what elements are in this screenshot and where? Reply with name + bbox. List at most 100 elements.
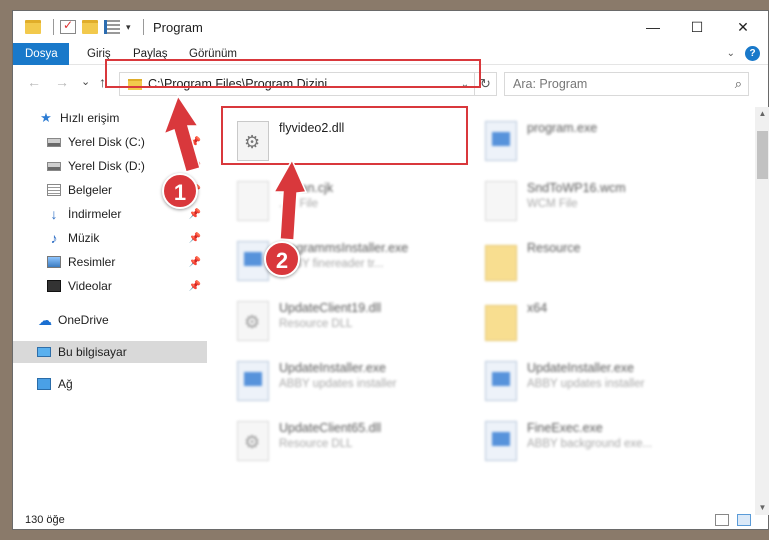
sidebar-item-videos[interactable]: Videolar 📌	[13, 275, 207, 297]
file-description: WCM File	[527, 198, 578, 210]
sidebar-item-music[interactable]: ♪ Müzik 📌	[13, 227, 207, 249]
pin-icon: 📌	[188, 232, 201, 244]
toolbar-separator	[142, 19, 144, 35]
folder-icon	[25, 20, 41, 34]
window-title: Program	[153, 20, 203, 35]
scroll-up-icon[interactable]: ▲	[755, 107, 769, 121]
drive-icon	[47, 161, 61, 171]
file-name: UpdateClient65.dll	[279, 421, 382, 435]
scroll-thumb[interactable]	[757, 131, 768, 179]
back-button[interactable]: ←	[27, 74, 41, 90]
search-input[interactable]: Ara: Program ⌕	[504, 72, 749, 96]
expand-ribbon-icon[interactable]: ⌄	[727, 48, 735, 59]
exe-icon	[485, 421, 517, 461]
documents-icon	[47, 184, 61, 196]
pin-icon: 📌	[188, 136, 201, 148]
sidebar-item-label: OneDrive	[58, 313, 109, 327]
status-bar: 130 öğe	[13, 511, 768, 531]
file-item[interactable]: UpdateClient19.dll Resource DLL	[231, 293, 471, 347]
exe-icon	[485, 121, 517, 161]
file-name: program.exe	[527, 121, 598, 135]
file-item[interactable]: FineExec.exe ABBY background exe...	[479, 413, 719, 467]
sidebar-item-label: Videolar	[68, 279, 112, 293]
details-view-icon[interactable]	[715, 514, 729, 526]
recent-locations-button[interactable]: ⌄	[81, 75, 90, 88]
file-icon	[237, 181, 269, 221]
sidebar-item-label: Hızlı erişim	[60, 111, 120, 125]
forward-button[interactable]: →	[55, 74, 69, 90]
file-description: ABBY background exe...	[527, 438, 653, 450]
sidebar-item-quick-access[interactable]: ★ Hızlı erişim	[13, 107, 207, 129]
sidebar-item-label: Yerel Disk (C:)	[68, 135, 145, 149]
file-name: UpdateInstaller.exe	[279, 361, 387, 375]
file-name: FineExec.exe	[527, 421, 603, 435]
help-icon[interactable]: ?	[745, 46, 760, 61]
file-name: ...rean.cjk	[279, 181, 334, 195]
folder-icon	[485, 305, 517, 341]
dll-gear-icon	[237, 301, 269, 341]
drive-icon	[47, 137, 61, 147]
callout-badge-1: 1	[162, 173, 198, 209]
pictures-icon	[47, 256, 61, 268]
file-item[interactable]: ...rean.cjk ...K File	[231, 173, 471, 227]
file-item[interactable]: SndToWP16.wcm WCM File	[479, 173, 719, 227]
large-icons-view-icon[interactable]	[737, 514, 751, 526]
exe-icon	[485, 361, 517, 401]
file-name: UpdateInstaller.exe	[527, 361, 635, 375]
file-icon	[485, 181, 517, 221]
chevron-down-icon[interactable]: ▾	[126, 22, 131, 33]
sidebar-item-label: Ağ	[58, 377, 73, 391]
vertical-scrollbar[interactable]: ▲ ▼	[755, 107, 769, 515]
sidebar-item-local-disk-c[interactable]: Yerel Disk (C:) 📌	[13, 131, 207, 153]
sidebar-item-network[interactable]: Ağ	[13, 373, 207, 395]
sidebar-item-pictures[interactable]: Resimler 📌	[13, 251, 207, 273]
new-folder-icon[interactable]	[82, 20, 98, 34]
address-highlight	[105, 59, 481, 88]
sidebar-item-this-pc[interactable]: Bu bilgisayar	[13, 341, 207, 363]
file-description: ABBY updates installer	[527, 378, 645, 390]
sidebar-item-onedrive[interactable]: ☁ OneDrive	[13, 309, 207, 331]
item-count: 130 öğe	[25, 514, 65, 526]
pin-icon: 📌	[188, 280, 201, 292]
properties-check-icon[interactable]	[60, 18, 76, 34]
sidebar-item-label: Müzik	[68, 231, 100, 245]
file-description: Resource DLL	[279, 438, 353, 450]
computer-icon	[37, 347, 51, 357]
title-bar: ▾ Program — ☐ ✕	[13, 11, 768, 43]
file-description: Resource DLL	[279, 318, 353, 330]
tab-file[interactable]: Dosya	[13, 43, 69, 65]
sidebar-item-label: Belgeler	[68, 183, 113, 197]
sidebar-item-label: Yerel Disk (D:)	[68, 159, 145, 173]
maximize-button[interactable]: ☐	[674, 11, 720, 43]
file-item[interactable]: program.exe	[479, 113, 719, 167]
folder-item[interactable]: Resource	[479, 233, 719, 287]
sidebar-item-label: İndirmeler	[68, 207, 122, 221]
file-item[interactable]: UpdateClient65.dll Resource DLL	[231, 413, 471, 467]
file-name: SndToWP16.wcm	[527, 181, 626, 195]
folder-icon	[485, 245, 517, 281]
music-icon: ♪	[50, 230, 58, 246]
exe-icon	[237, 361, 269, 401]
callout-badge-2: 2	[264, 241, 300, 277]
close-button[interactable]: ✕	[720, 11, 766, 43]
customize-list-icon[interactable]	[104, 20, 120, 34]
folder-item[interactable]: x64	[479, 293, 719, 347]
pin-icon: 📌	[188, 208, 201, 220]
file-name: Resource	[527, 241, 581, 255]
star-icon: ★	[40, 110, 52, 125]
navigation-pane: ★ Hızlı erişim Yerel Disk (C:) 📌 Yerel D…	[13, 107, 207, 503]
videos-icon	[47, 280, 61, 292]
search-icon[interactable]: ⌕	[735, 76, 742, 92]
network-icon	[37, 378, 51, 390]
file-name: x64	[527, 301, 548, 315]
cloud-icon: ☁	[38, 311, 52, 328]
sidebar-item-label: Resimler	[68, 255, 116, 269]
explorer-window: ▾ Program — ☐ ✕ Dosya Giriş Paylaş Görün…	[12, 10, 769, 530]
quick-access-toolbar: ▾	[25, 18, 150, 36]
file-item[interactable]: UpdateInstaller.exe ABBY updates install…	[231, 353, 471, 407]
file-item[interactable]: UpdateInstaller.exe ABBY updates install…	[479, 353, 719, 407]
file-highlight	[221, 106, 468, 165]
sidebar-item-label: Bu bilgisayar	[58, 345, 127, 359]
minimize-button[interactable]: —	[630, 11, 676, 43]
pin-icon: 📌	[188, 160, 201, 172]
